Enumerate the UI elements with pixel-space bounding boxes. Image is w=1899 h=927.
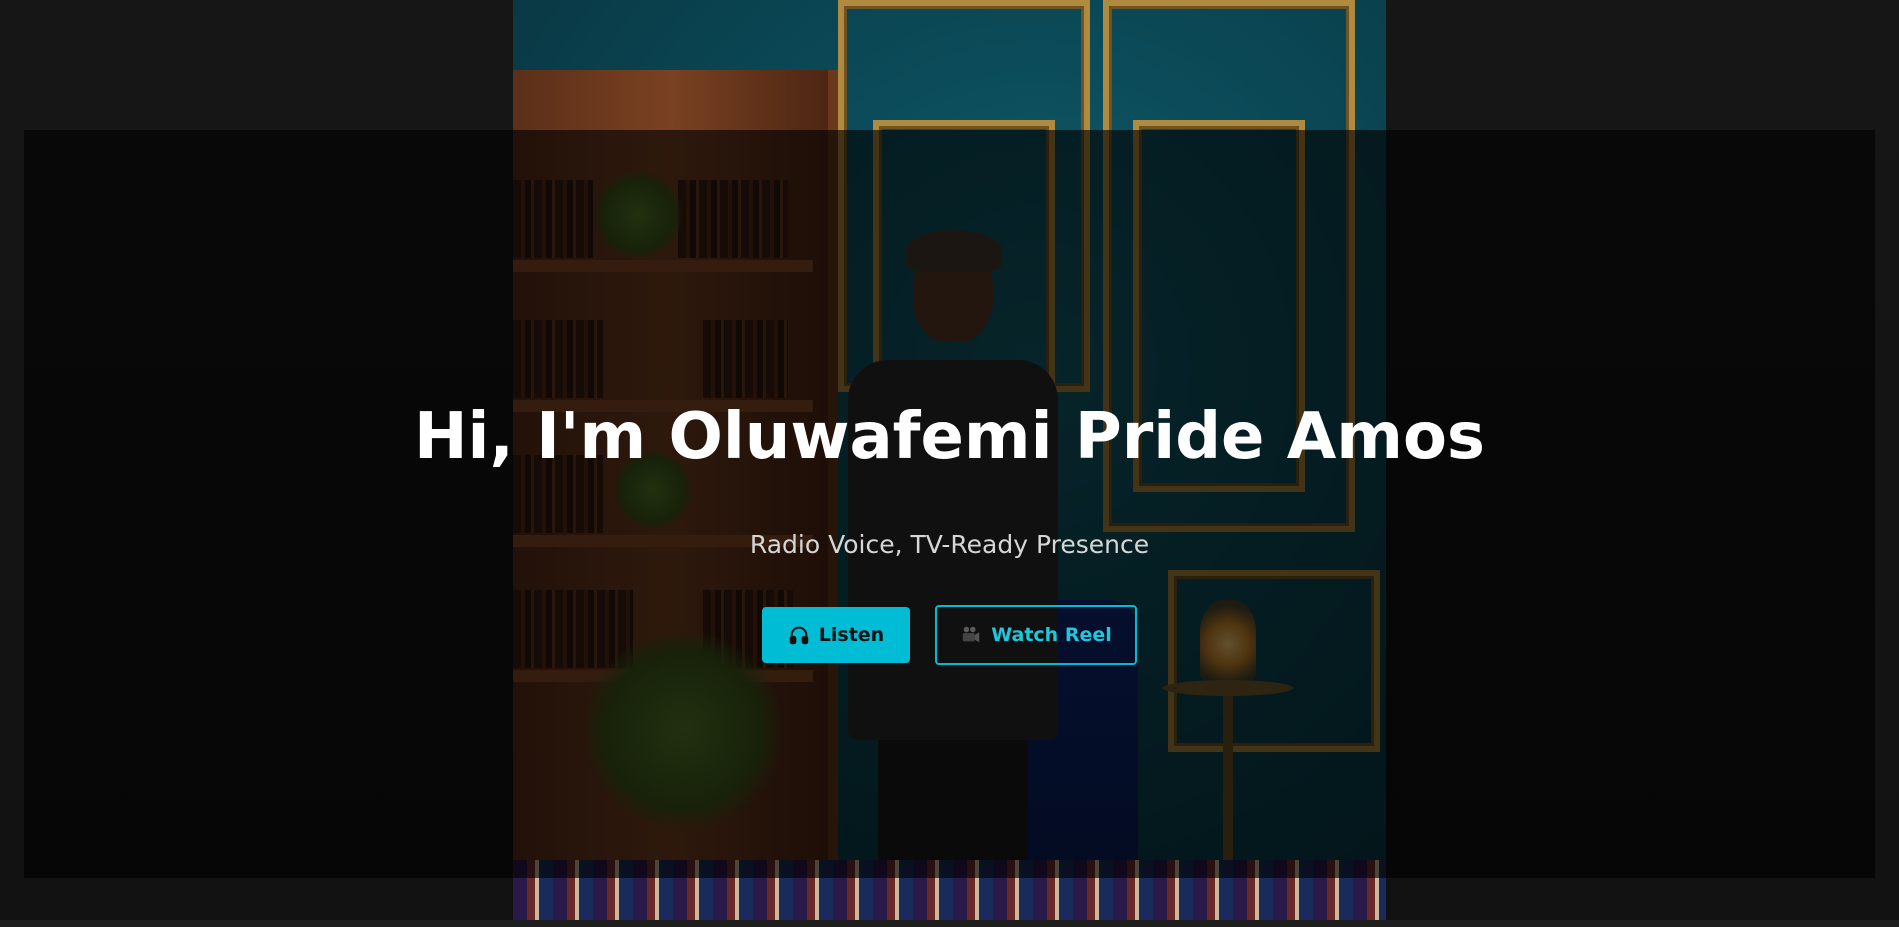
listen-button-label: Listen — [818, 624, 885, 646]
watch-reel-button-label: Watch Reel — [991, 624, 1112, 646]
watch-reel-button[interactable]: Watch Reel — [935, 605, 1137, 665]
movie-camera-icon — [960, 624, 982, 646]
bottom-strip — [0, 920, 1899, 927]
hero-overlay — [24, 130, 1875, 878]
headphones-icon — [788, 624, 810, 646]
hero-title: Hi, I'm Oluwafemi Pride Amos — [413, 400, 1486, 474]
hero-subtitle: Radio Voice, TV-Ready Presence — [749, 530, 1150, 559]
listen-button[interactable]: Listen — [762, 607, 910, 663]
hero-section: Hi, I'm Oluwafemi Pride Amos Radio Voice… — [0, 0, 1899, 927]
